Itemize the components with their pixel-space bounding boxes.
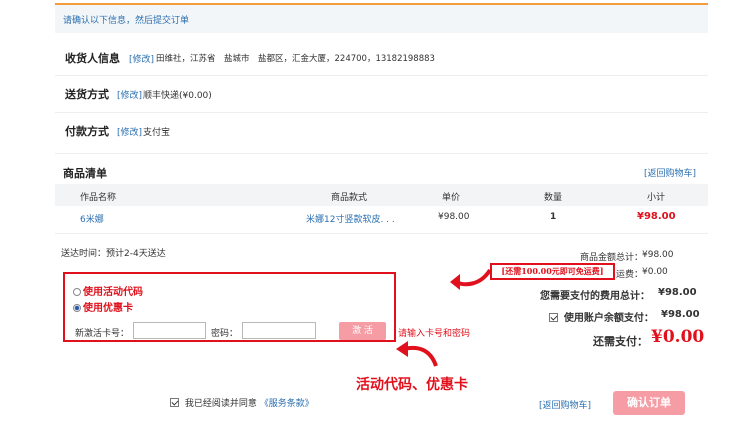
order-notice-bar: 请确认以下信息，然后提交订单 xyxy=(55,3,708,33)
column-header-name: 作品名称 xyxy=(80,193,117,203)
product-qty: 1 xyxy=(550,212,557,222)
agree-text: 我已经阅读并同意 xyxy=(184,399,257,409)
use-balance-row: 使用账户余额支付： xyxy=(549,309,654,324)
divider xyxy=(55,233,708,234)
column-header-price: 单价 xyxy=(442,193,461,203)
divider xyxy=(55,153,708,154)
use-balance-label: 使用账户余额支付： xyxy=(563,313,654,324)
activity-code-radio[interactable] xyxy=(73,288,81,296)
promo-annotation: 活动代码、优惠卡 xyxy=(356,377,468,393)
divider xyxy=(55,112,708,113)
product-style-link[interactable]: 米娜12寸竖款软皮. . . xyxy=(306,212,395,225)
back-to-cart-link-bottom[interactable]: [返回购物车] xyxy=(539,398,591,411)
divider xyxy=(55,75,708,76)
agree-row: 我已经阅读并同意 《服务条款》 xyxy=(170,396,314,409)
promo-hint: 请输入卡号和密码 xyxy=(398,329,471,339)
terms-link[interactable]: 《服务条款》 xyxy=(260,399,314,409)
back-to-cart-link-top[interactable]: [返回购物车] xyxy=(644,166,696,179)
receiver-title: 收货人信息 xyxy=(65,52,120,65)
table-row: 6米娜 米娜12寸竖款软皮. . . ¥98.00 1 ¥98.00 xyxy=(55,207,708,227)
payable-value: ¥98.00 xyxy=(658,287,697,298)
discount-card-label: 使用优惠卡 xyxy=(83,303,133,314)
agree-terms-checkbox[interactable] xyxy=(170,398,179,407)
product-name-link[interactable]: 6米娜 xyxy=(80,212,104,225)
promo-box-arrow-icon xyxy=(396,341,438,367)
product-subtotal: ¥98.00 xyxy=(637,211,676,222)
product-price: ¥98.00 xyxy=(438,212,470,222)
goods-table-header: 作品名称 商品款式 单价 数量 小计 xyxy=(55,184,708,206)
payment-edit-link[interactable]: [修改] xyxy=(117,125,142,138)
activate-button[interactable]: 激 活 xyxy=(339,322,386,340)
balance-value: ¥98.00 xyxy=(661,309,700,320)
amount-due-value: ¥0.00 xyxy=(651,327,705,347)
shipping-method: 顺丰快递(¥0.00) xyxy=(143,91,212,101)
goods-title: 商品清单 xyxy=(63,167,107,180)
goods-total-label: 商品金额总计： xyxy=(580,253,644,263)
use-balance-checkbox[interactable] xyxy=(549,313,558,322)
column-header-subtotal: 小计 xyxy=(647,193,666,203)
amount-due-label: 还需支付： xyxy=(593,335,648,348)
payment-title: 付款方式 xyxy=(65,125,109,138)
confirm-order-button[interactable]: 确认订单 xyxy=(613,391,685,415)
card-number-input[interactable] xyxy=(133,322,206,339)
receiver-edit-link[interactable]: [修改] xyxy=(129,52,154,65)
card-password-input[interactable] xyxy=(242,322,316,339)
delivery-time: 送达时间：预计2-4天送达 xyxy=(61,249,166,259)
card-number-label: 新激活卡号： xyxy=(75,329,130,339)
receiver-details: 田维社，江苏省 盐城市 盐都区，汇金大厦，224700，13182198883 xyxy=(156,54,435,64)
shipping-edit-link[interactable]: [修改] xyxy=(117,88,142,101)
payment-method: 支付宝 xyxy=(143,128,171,138)
promo-option-card[interactable]: 使用优惠卡 xyxy=(73,299,133,314)
column-header-style: 商品款式 xyxy=(331,193,368,203)
shipping-fee-value: ¥0.00 xyxy=(642,267,668,277)
card-password-label: 密码： xyxy=(211,329,239,339)
activity-code-label: 使用活动代码 xyxy=(83,287,143,298)
discount-card-radio[interactable] xyxy=(73,304,81,312)
free-shipping-arrow-icon xyxy=(450,268,492,290)
shipping-fee-label: 运费： xyxy=(616,270,644,280)
column-header-qty: 数量 xyxy=(544,193,563,203)
free-shipping-tip: [还需100.00元即可免运费] xyxy=(490,263,615,280)
order-notice-text: 请确认以下信息，然后提交订单 xyxy=(63,16,190,26)
payable-label: 您需要支付的费用总计： xyxy=(540,291,650,302)
goods-total-value: ¥98.00 xyxy=(642,250,674,260)
promo-option-activity[interactable]: 使用活动代码 xyxy=(73,283,143,298)
shipping-title: 送货方式 xyxy=(65,88,109,101)
